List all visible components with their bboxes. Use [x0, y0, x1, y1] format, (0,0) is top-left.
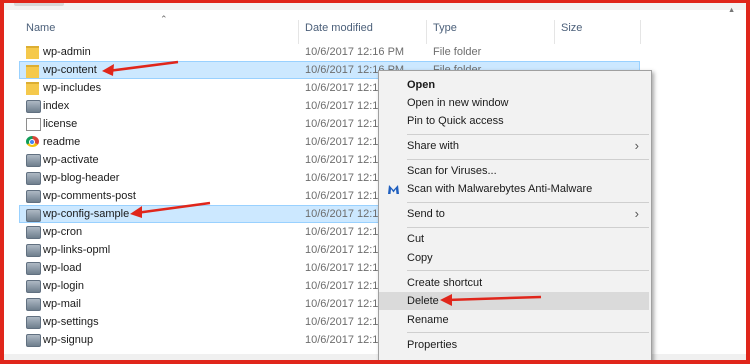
file-name: wp-content [43, 64, 97, 76]
menu-separator [407, 227, 649, 228]
menu-item-rename[interactable]: Rename [379, 311, 649, 329]
menu-item-label: Create shortcut [407, 277, 483, 289]
file-name: index [43, 100, 70, 112]
menu-item-create-shortcut[interactable]: Create shortcut [379, 274, 649, 292]
file-name: wp-login [43, 280, 84, 292]
menu-item-label: Delete [407, 295, 439, 307]
file-date: 10/6/2017 12:16 [305, 244, 385, 256]
menu-item-open-new-window[interactable]: Open in new window [379, 94, 649, 112]
file-name: wp-load [43, 262, 82, 274]
menu-item-cut[interactable]: Cut [379, 230, 649, 248]
file-name: wp-signup [43, 334, 94, 346]
file-date: 10/6/2017 12:16 [305, 172, 385, 184]
file-type: File folder [433, 46, 482, 58]
file-name: wp-config-sample [43, 208, 130, 220]
file-date: 10/6/2017 12:16 [305, 154, 385, 166]
php-file-icon [26, 280, 41, 293]
column-divider[interactable] [298, 20, 299, 44]
file-date: 10/6/2017 12:16 PM [305, 46, 405, 58]
menu-item-scan-malwarebytes[interactable]: Scan with Malwarebytes Anti-Malware [379, 180, 649, 198]
php-file-icon [26, 316, 41, 329]
folder-icon [26, 82, 39, 95]
file-date: 10/6/2017 12:16 [305, 334, 385, 346]
menu-item-label: Pin to Quick access [407, 115, 504, 127]
folder-icon [26, 65, 39, 78]
menu-item-send-to[interactable]: Send to › [379, 205, 649, 223]
file-name: wp-mail [43, 298, 81, 310]
breadcrumb [14, 0, 64, 6]
menu-separator [407, 270, 649, 271]
menu-separator [407, 332, 649, 333]
menu-item-delete[interactable]: Delete [379, 292, 649, 310]
php-file-icon [26, 154, 41, 167]
menu-item-label: Open [407, 79, 436, 91]
file-name: wp-comments-post [43, 190, 136, 202]
file-name: wp-activate [43, 154, 99, 166]
menu-item-label: Share with [407, 140, 459, 152]
menu-item-label: Copy [407, 252, 433, 264]
sort-ascending-icon: ⌃ [160, 14, 168, 24]
php-file-icon [26, 172, 41, 185]
menu-separator [407, 202, 649, 203]
column-type[interactable]: Type [433, 22, 457, 34]
php-file-icon [26, 226, 41, 239]
address-bar-strip [4, 0, 746, 10]
menu-separator [407, 134, 649, 135]
file-date: 10/6/2017 12:16 [305, 262, 385, 274]
php-file-icon [26, 100, 41, 113]
file-name: wp-admin [43, 46, 91, 58]
column-header-bar: ⌃ Name Date modified Type Size [4, 12, 744, 44]
file-name: wp-includes [43, 82, 102, 94]
column-name[interactable]: Name [26, 22, 55, 34]
menu-item-properties[interactable]: Properties [379, 336, 649, 354]
file-date: 10/6/2017 12:16 [305, 118, 385, 130]
menu-item-pin-quick-access[interactable]: Pin to Quick access [379, 112, 649, 130]
file-date: 10/6/2017 12:16 [305, 316, 385, 328]
menu-item-label: Open in new window [407, 97, 509, 109]
chevron-right-icon: › [634, 206, 639, 221]
file-name: wp-settings [43, 316, 99, 328]
column-divider[interactable] [554, 20, 555, 44]
menu-item-open[interactable]: Open [379, 76, 649, 94]
menu-item-label: Properties [407, 339, 458, 351]
file-date: 10/6/2017 12:16 [305, 298, 385, 310]
text-file-icon [26, 118, 41, 131]
file-date: 10/6/2017 12:16 [305, 280, 385, 292]
file-date: 10/6/2017 12:16 [305, 190, 385, 202]
menu-item-share-with[interactable]: Share with › [379, 137, 649, 155]
file-row[interactable]: wp-admin 10/6/2017 12:16 PM File folder [20, 43, 640, 61]
menu-separator [407, 159, 649, 160]
column-date-modified[interactable]: Date modified [305, 22, 373, 34]
menu-item-label: Scan with Malwarebytes Anti-Malware [407, 183, 593, 195]
file-date: 10/6/2017 12:16 [305, 136, 385, 148]
column-divider[interactable] [640, 20, 641, 44]
chevron-right-icon: › [634, 138, 639, 153]
php-file-icon [26, 262, 41, 275]
file-name: readme [43, 136, 81, 148]
menu-item-label: Scan for Viruses... [407, 165, 497, 177]
column-size[interactable]: Size [561, 22, 582, 34]
php-file-icon [26, 334, 41, 347]
context-menu: Open Open in new window Pin to Quick acc… [378, 70, 652, 362]
chrome-html-icon [26, 136, 39, 147]
file-name: wp-links-opml [43, 244, 111, 256]
folder-icon [26, 46, 39, 59]
php-file-icon [26, 298, 41, 311]
menu-item-scan-viruses[interactable]: Scan for Viruses... [379, 162, 649, 180]
php-file-icon [26, 190, 41, 203]
file-name: wp-cron [43, 226, 83, 238]
menu-item-label: Send to [407, 208, 445, 220]
menu-item-copy[interactable]: Copy [379, 249, 649, 267]
php-file-icon [26, 244, 41, 257]
menu-item-label: Rename [407, 314, 449, 326]
file-date: 10/6/2017 12:16 [305, 100, 385, 112]
file-date: 10/6/2017 12:16 [305, 226, 385, 238]
menu-item-label: Cut [407, 233, 425, 245]
file-name: wp-blog-header [43, 172, 120, 184]
file-name: license [43, 118, 78, 130]
malwarebytes-icon [388, 185, 399, 194]
file-date: 10/6/2017 12:16 [305, 208, 385, 220]
php-file-icon [26, 209, 41, 222]
column-divider[interactable] [426, 20, 427, 44]
